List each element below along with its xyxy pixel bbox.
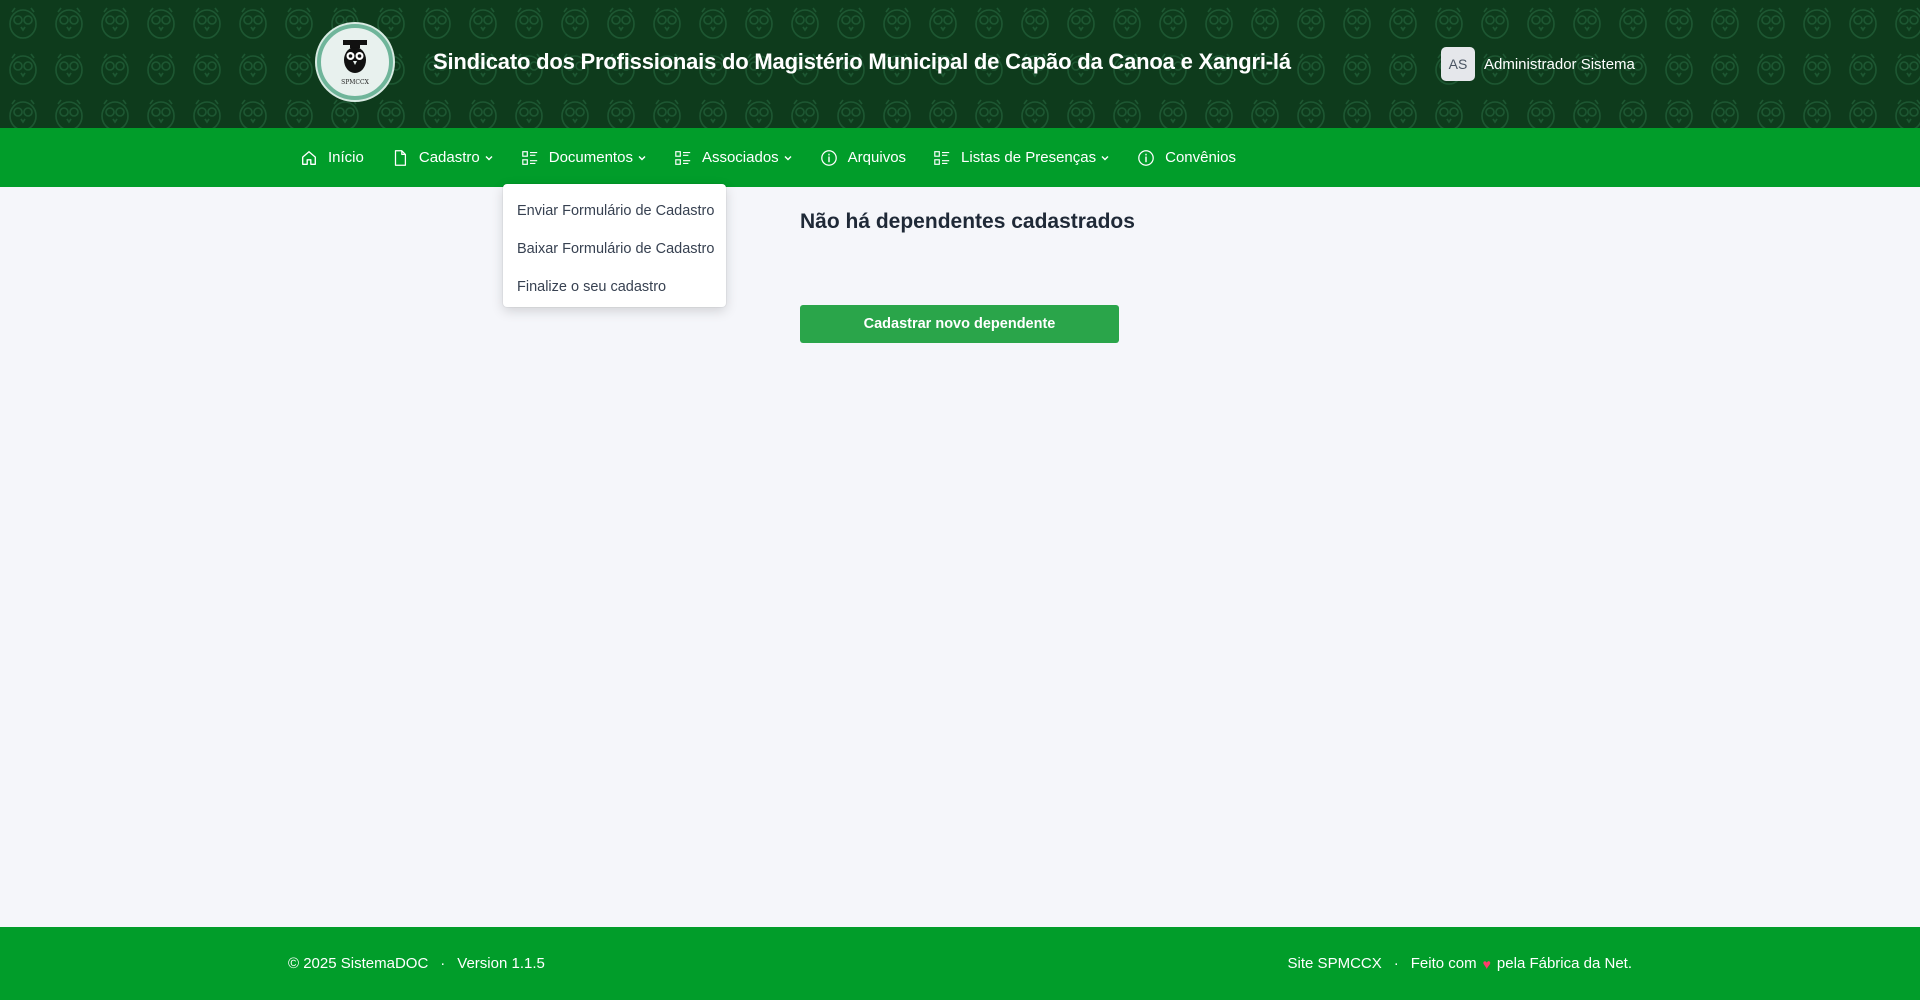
- main-nav: Início Cadastro Documentos Associados Ar…: [0, 128, 1920, 187]
- brand: SPMCCX Sindicato dos Profissionais do Ma…: [317, 24, 1291, 100]
- nav-item-inicio[interactable]: Início: [300, 149, 364, 167]
- site-header: SPMCCX Sindicato dos Profissionais do Ma…: [0, 0, 1920, 128]
- list-icon: [675, 150, 691, 165]
- user-name[interactable]: Administrador Sistema: [1484, 56, 1635, 73]
- empty-state-message: Não há dependentes cadastrados: [800, 210, 1135, 233]
- nav-item-listas-de-presencas[interactable]: Listas de Presenças: [933, 149, 1110, 167]
- nav-label: Cadastro: [418, 149, 480, 166]
- menu-item-enviar-formulario[interactable]: Enviar Formulário de Cadastro: [503, 192, 726, 230]
- chevron-down-icon: [784, 155, 792, 160]
- chevron-down-icon: [485, 155, 493, 160]
- made-by-link[interactable]: pela Fábrica da Net.: [1497, 955, 1632, 972]
- menu-item-finalize-cadastro[interactable]: Finalize o seu cadastro: [503, 268, 726, 306]
- logo-caption: SPMCCX: [341, 79, 369, 86]
- owl-logo-icon: [343, 40, 367, 73]
- footer-separator: ·: [440, 955, 446, 972]
- nav-label: Convênios: [1165, 149, 1236, 166]
- site-link[interactable]: Site SPMCCX: [1288, 955, 1382, 972]
- nav-label: Associados: [701, 149, 779, 166]
- copyright: © 2025 SistemaDOC: [288, 955, 429, 972]
- heart-icon: ♥: [1482, 955, 1491, 972]
- version: Version 1.1.5: [457, 955, 545, 972]
- nav-label: Início: [328, 149, 364, 166]
- menu-item-baixar-formulario[interactable]: Baixar Formulário de Cadastro: [503, 230, 726, 268]
- nav-item-arquivos[interactable]: Arquivos: [820, 149, 906, 167]
- home-icon: [302, 150, 316, 165]
- nav-item-convenios[interactable]: Convênios: [1137, 149, 1236, 167]
- made-with-text: Feito com: [1410, 955, 1477, 972]
- documentos-dropdown-menu: Enviar Formulário de Cadastro Baixar For…: [503, 184, 726, 307]
- nav-item-associados[interactable]: Associados: [674, 149, 793, 167]
- document-icon: [394, 149, 406, 166]
- union-logo[interactable]: SPMCCX: [317, 24, 393, 100]
- chevron-down-icon: [1101, 155, 1109, 160]
- nav-label: Listas de Presenças: [961, 149, 1097, 166]
- footer-separator: ·: [1393, 955, 1399, 972]
- add-dependent-button[interactable]: Cadastrar novo dependente: [800, 305, 1119, 343]
- chevron-down-icon: [638, 155, 646, 160]
- site-footer: © 2025 SistemaDOC · Version 1.1.5 Site S…: [0, 927, 1920, 1000]
- nav-label: Arquivos: [847, 149, 907, 166]
- list-icon: [934, 150, 950, 165]
- avatar[interactable]: AS: [1441, 47, 1475, 81]
- user-menu[interactable]: AS Administrador Sistema: [1441, 47, 1635, 81]
- site-title: Sindicato dos Profissionais do Magistéri…: [433, 49, 1291, 74]
- nav-item-cadastro[interactable]: Cadastro: [391, 149, 494, 167]
- info-icon: [820, 149, 837, 166]
- nav-label: Documentos: [548, 149, 633, 166]
- list-icon: [521, 150, 537, 165]
- info-icon: [1138, 149, 1154, 166]
- nav-item-documentos[interactable]: Documentos: [521, 149, 647, 167]
